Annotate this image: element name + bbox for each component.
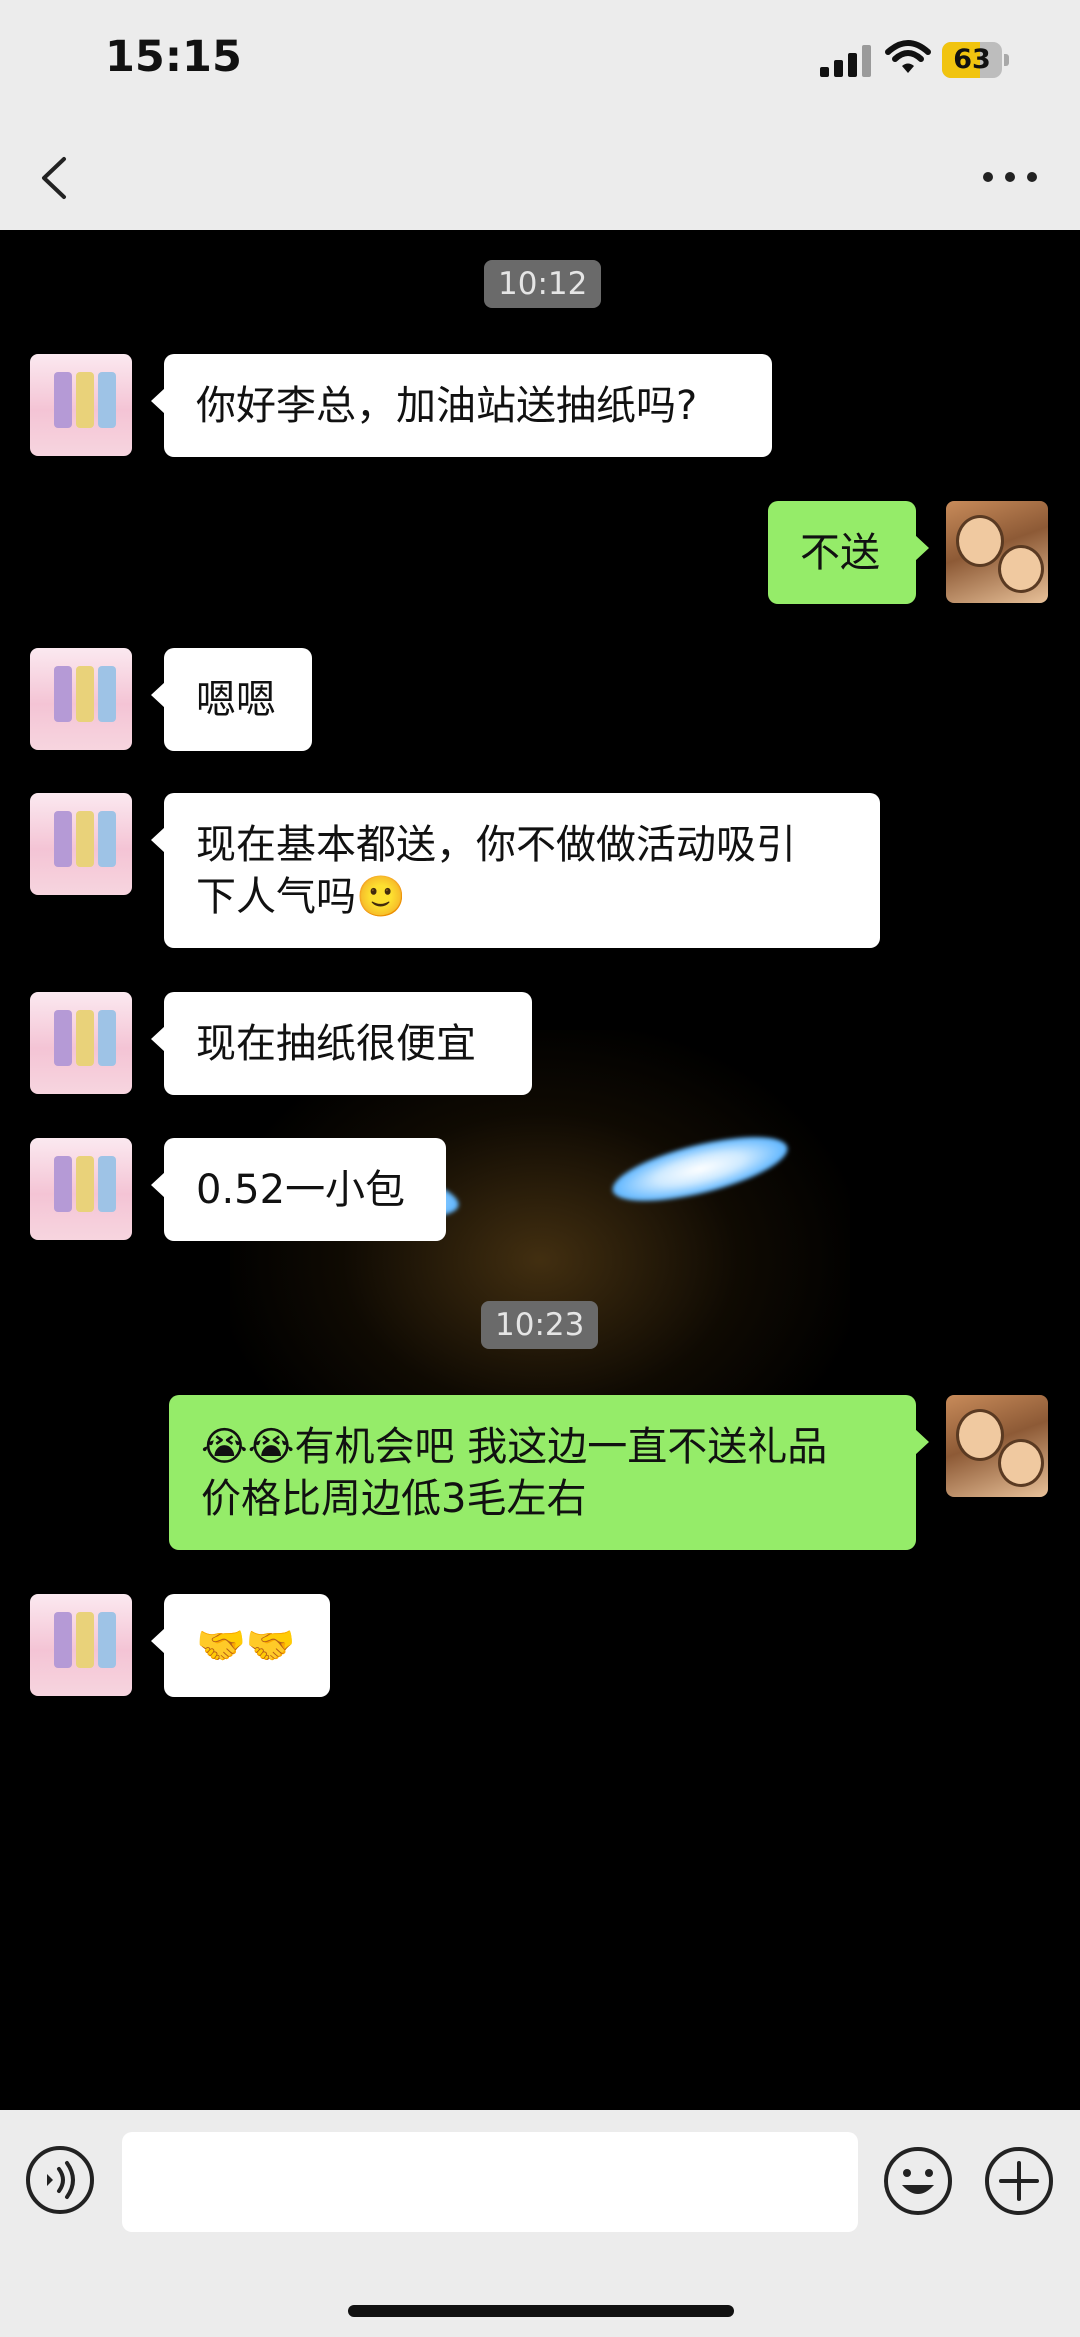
emoji-icon[interactable] [882,2145,954,2217]
message-bubble-received[interactable]: 现在基本都送，你不做做活动吸引 下人气吗🙂 [151,793,880,948]
contact-avatar[interactable] [30,1138,132,1240]
message-line: 现在基本都送，你不做做活动吸引 [196,822,796,868]
message-bubble-sent[interactable]: 不送 [768,501,929,604]
my-avatar[interactable] [946,1395,1048,1497]
timestamp: 10:12 [484,260,602,308]
message-input[interactable] [122,2132,858,2232]
message-line: 😭😭有机会吧 我这边一直不送礼品 [201,1424,828,1470]
message-bubble-sent[interactable]: 😭😭有机会吧 我这边一直不送礼品 价格比周边低3毛左右 [169,1395,929,1550]
status-time: 15:15 [105,32,242,82]
chat-header [0,125,1080,230]
home-indicator [348,2305,734,2317]
input-bar [0,2110,1080,2337]
message-line: 价格比周边低3毛左右 [201,1476,587,1522]
status-bar: 15:15 63 [0,0,1080,125]
contact-avatar[interactable] [30,648,132,750]
back-chevron-icon[interactable] [30,149,82,207]
message-bubble-received[interactable]: 0.52一小包 [151,1138,446,1241]
chat-area[interactable]: 10:12 你好李总，加油站送抽纸吗? 不送 嗯嗯 现在基本都送，你不做做活动吸… [0,230,1080,2110]
message-bubble-received[interactable]: 现在抽纸很便宜 [151,992,532,1095]
my-avatar[interactable] [946,501,1048,603]
message-line: 下人气吗🙂 [196,874,406,920]
cellular-signal-icon [820,45,871,77]
more-icon[interactable] [980,165,1040,189]
battery-level: 63 [953,44,991,75]
battery-icon: 63 [942,42,1009,78]
contact-avatar[interactable] [30,793,132,895]
plus-icon[interactable] [983,2145,1055,2217]
contact-avatar[interactable] [30,354,132,456]
message-bubble-received[interactable]: 你好李总，加油站送抽纸吗? [151,354,772,457]
wifi-icon [885,40,931,73]
timestamp: 10:23 [481,1301,599,1349]
contact-avatar[interactable] [30,992,132,1094]
voice-icon[interactable] [25,2145,95,2215]
message-bubble-received[interactable]: 嗯嗯 [151,648,312,751]
contact-avatar[interactable] [30,1594,132,1696]
message-bubble-received[interactable]: 🤝🤝 [151,1594,330,1697]
